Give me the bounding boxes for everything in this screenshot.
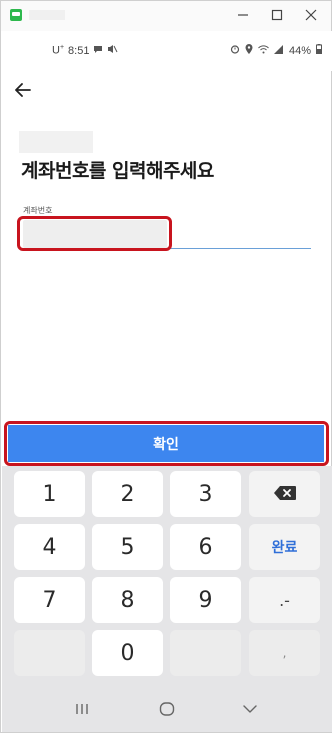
- wifi-icon: [258, 44, 269, 57]
- done-key[interactable]: 완료: [249, 524, 320, 570]
- account-field-label: 계좌번호: [23, 206, 53, 215]
- comma-key[interactable]: ,: [249, 630, 320, 676]
- app-window: U+ 8:51 44% 계좌번호를 입력해주세요 계좌번호 확인 1 2 3 4…: [0, 0, 332, 733]
- key-0[interactable]: 0: [92, 630, 163, 676]
- window-title-blurred: [29, 10, 65, 20]
- location-icon: [245, 44, 253, 57]
- backspace-key[interactable]: [249, 471, 320, 517]
- nav-back-icon[interactable]: [230, 696, 270, 722]
- clock-time: 8:51: [68, 44, 90, 57]
- blurred-subtitle: [19, 131, 93, 153]
- signal-icon: [273, 44, 284, 57]
- home-icon[interactable]: [147, 696, 187, 722]
- key-6[interactable]: 6: [170, 524, 241, 570]
- key-7[interactable]: 7: [14, 577, 85, 623]
- key-3[interactable]: 3: [170, 471, 241, 517]
- mute-icon: [107, 44, 118, 57]
- window-titlebar: [1, 1, 331, 31]
- battery-percent: 44%: [288, 44, 311, 57]
- minimize-icon[interactable]: [231, 4, 255, 26]
- account-input-highlight: [17, 216, 172, 251]
- backspace-icon: [273, 482, 297, 507]
- symbol-key[interactable]: .-: [249, 577, 320, 623]
- recents-icon[interactable]: [62, 696, 102, 722]
- key-1[interactable]: 1: [14, 471, 85, 517]
- carrier-label: U+: [52, 44, 64, 57]
- message-icon: [93, 45, 103, 57]
- carrier-text: U: [52, 44, 60, 57]
- maximize-icon[interactable]: [265, 4, 289, 26]
- status-bar: U+ 8:51 44%: [2, 31, 332, 71]
- blank-key: [14, 630, 85, 676]
- status-left: U+ 8:51: [52, 44, 118, 57]
- key-8[interactable]: 8: [92, 577, 163, 623]
- blank-key: [170, 630, 241, 676]
- close-icon[interactable]: [299, 4, 323, 26]
- page-title: 계좌번호를 입력해주세요: [21, 160, 214, 182]
- navigation-bar: [2, 686, 332, 732]
- key-2[interactable]: 2: [92, 471, 163, 517]
- battery-icon: [316, 44, 322, 57]
- key-5[interactable]: 5: [92, 524, 163, 570]
- back-arrow-icon[interactable]: [15, 77, 45, 103]
- key-4[interactable]: 4: [14, 524, 85, 570]
- numeric-keypad: 1 2 3 4 5 6 완료 7 8 9 .- 0 ,: [2, 466, 332, 686]
- alarm-icon: [230, 44, 240, 57]
- key-9[interactable]: 9: [170, 577, 241, 623]
- status-right: 44%: [230, 44, 322, 57]
- carrier-sup: +: [59, 44, 65, 52]
- confirm-button-highlight: [4, 421, 329, 466]
- app-icon: [10, 9, 22, 21]
